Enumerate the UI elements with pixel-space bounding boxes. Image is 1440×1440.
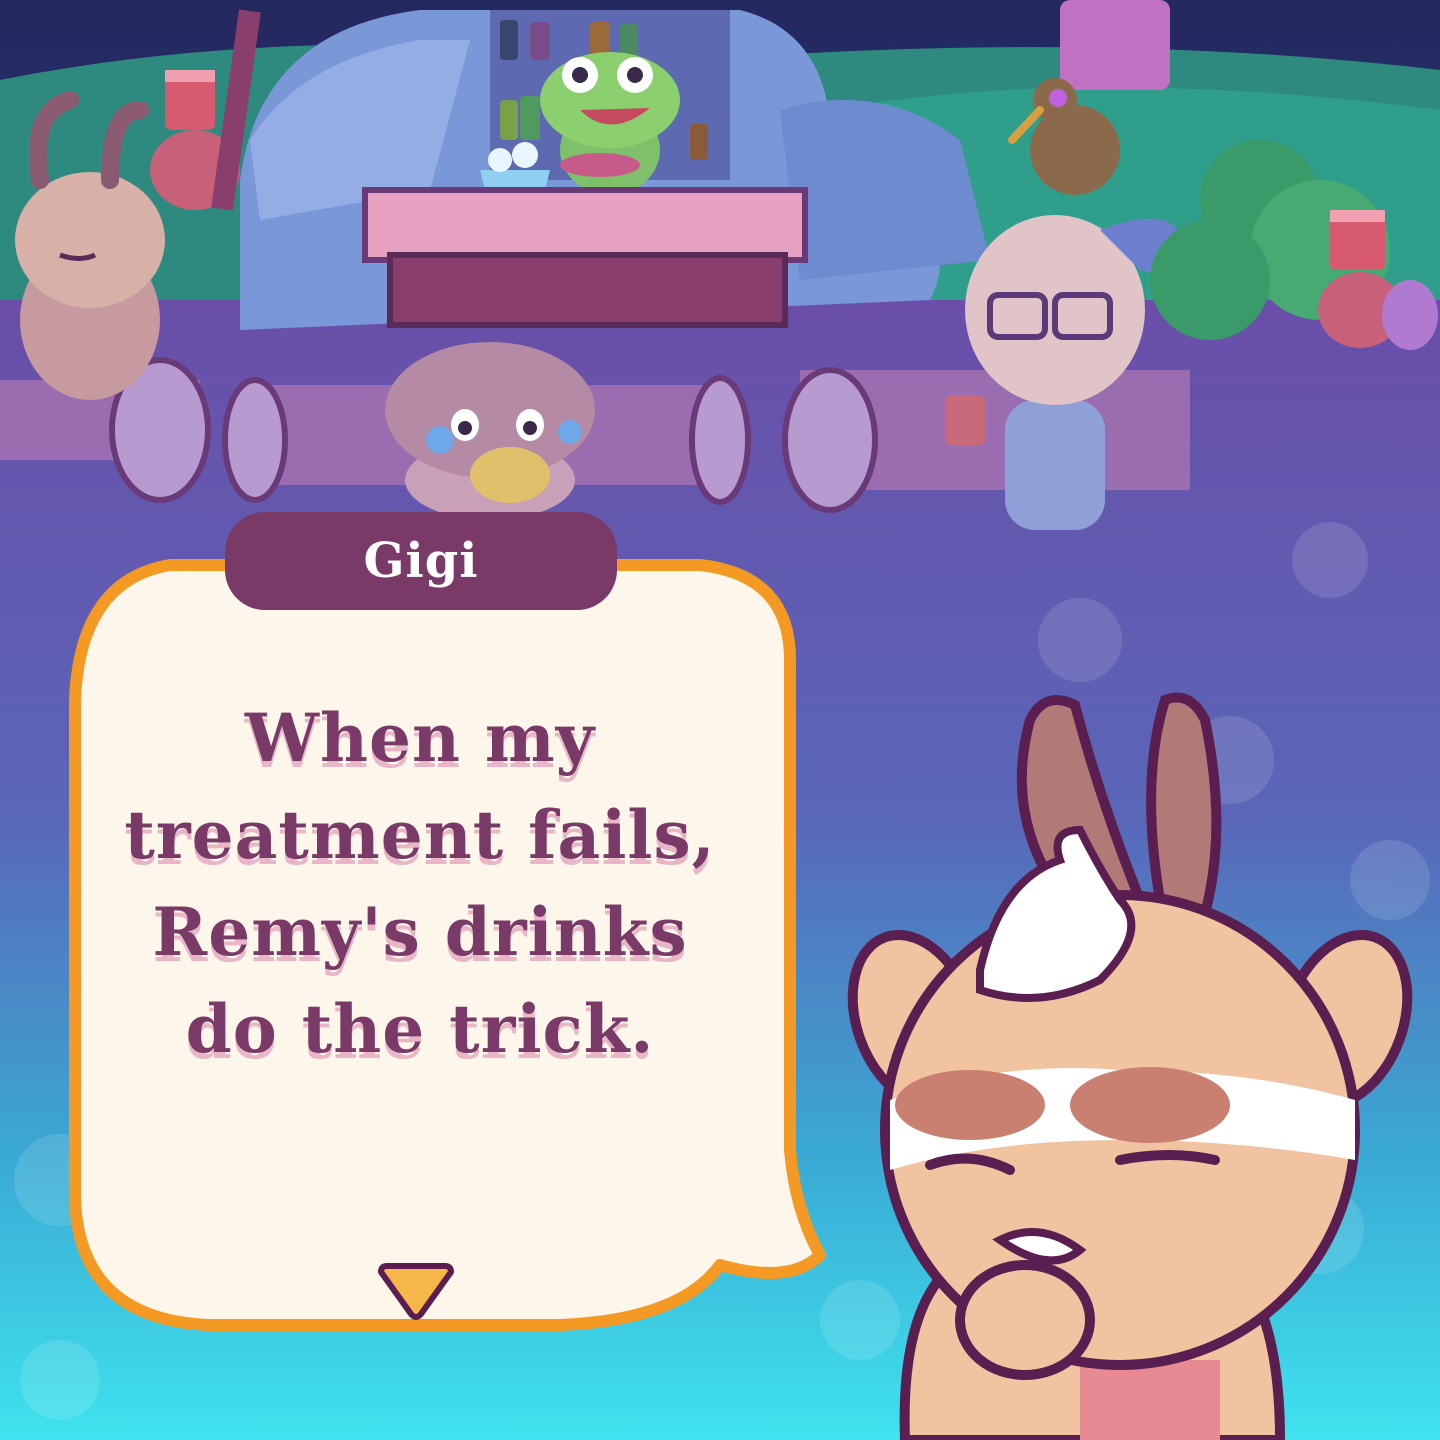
chevron-down-icon[interactable] [375,1262,457,1324]
speaker-name-tag: Gigi [225,512,617,610]
dialogue-text: When my treatment fails, Remy's drinks d… [124,699,716,1068]
dialogue-overlay: Gigi When my treatment fails, Remy's dri… [0,0,1440,1440]
